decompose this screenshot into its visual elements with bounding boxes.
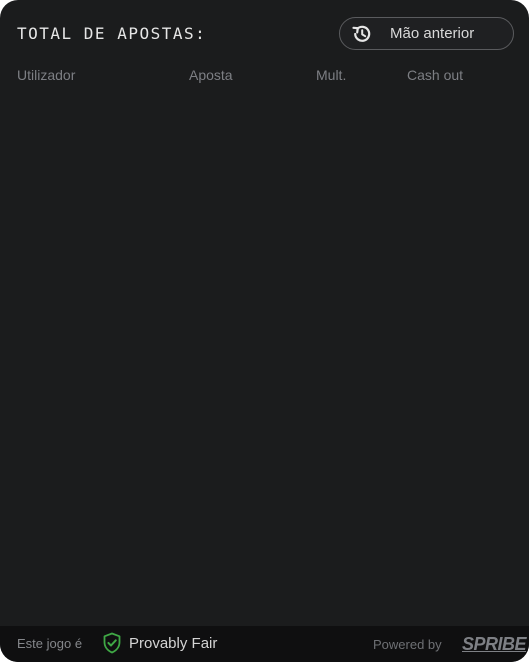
column-header-bet: Aposta	[189, 67, 233, 83]
bets-list	[0, 90, 529, 626]
provably-fair-prefix: Este jogo é	[17, 636, 83, 651]
table-column-headers: Utilizador Aposta Mult. Cash out	[0, 64, 529, 86]
column-header-multiplier: Mult.	[316, 67, 347, 83]
footer: Este jogo é Provably Fair Powered by SPR…	[0, 626, 529, 662]
column-header-user: Utilizador	[17, 67, 76, 83]
powered-by-label: Powered by	[373, 637, 442, 652]
bets-header: TOTAL DE APOSTAS: Mão anterior	[0, 0, 529, 60]
total-bets-title: TOTAL DE APOSTAS:	[17, 24, 207, 43]
provably-fair-link[interactable]: Provably Fair	[129, 635, 217, 653]
bets-panel: TOTAL DE APOSTAS: Mão anterior Utilizado…	[0, 0, 529, 662]
column-header-cash-out: Cash out	[407, 67, 464, 83]
spribe-logo[interactable]: SPRIBE	[462, 633, 527, 655]
previous-hand-label: Mão anterior	[390, 25, 475, 42]
history-icon	[351, 23, 373, 45]
previous-hand-button[interactable]: Mão anterior	[339, 17, 514, 50]
shield-check-icon	[102, 632, 122, 654]
